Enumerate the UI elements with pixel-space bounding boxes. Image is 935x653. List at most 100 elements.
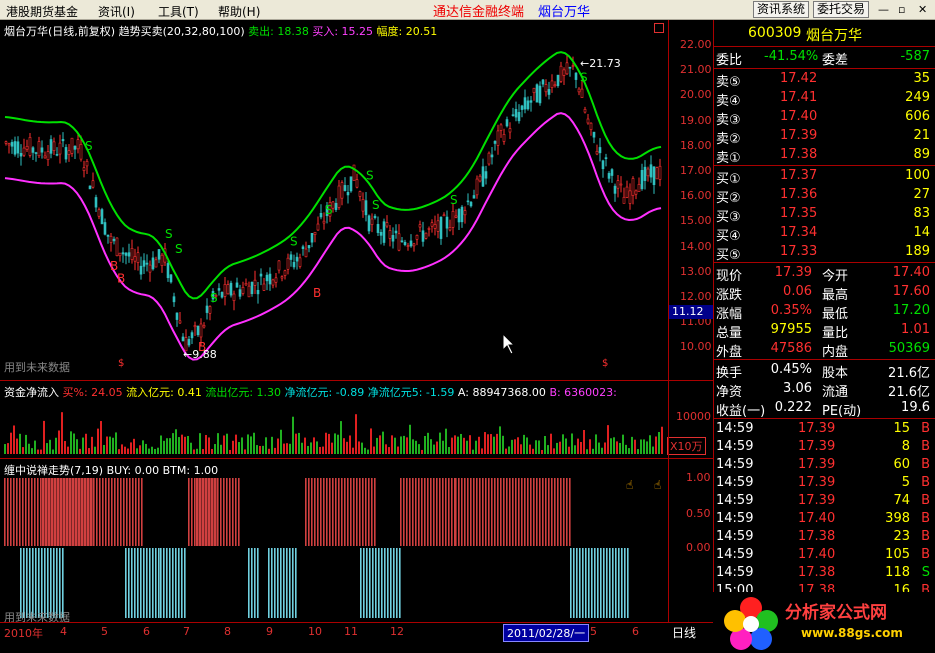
buy-order-row: 买④ 17.34 14 [714, 224, 935, 244]
menu-hk-futures[interactable]: 港股期货基金 [6, 3, 78, 20]
flow-bar [445, 428, 447, 454]
signal-marker: S [580, 71, 588, 85]
candle-body [379, 232, 383, 236]
candle-body [574, 72, 578, 80]
chan-up-bar [344, 478, 346, 546]
future-data-note: 用到未来数据 [4, 361, 70, 374]
sell-order-row: 卖⑤ 17.42 35 [714, 70, 935, 90]
flow-bar [421, 449, 423, 454]
stat-label: 换手 [716, 366, 743, 381]
flow-bar [448, 447, 450, 454]
chan-down-bar [292, 548, 294, 618]
candle-body [199, 323, 203, 338]
order-label: 卖① [716, 151, 741, 166]
candle-body [421, 230, 425, 242]
chan-up-bar [362, 478, 364, 546]
flow-bar [580, 441, 582, 454]
stat-value: 17.60 [892, 284, 930, 299]
signal-marker: S [165, 227, 173, 241]
chan-up-bar [512, 478, 514, 546]
flow-bar [523, 434, 525, 454]
chan-down-bar [158, 548, 160, 618]
menu-tools[interactable]: 工具(T) [158, 3, 199, 20]
stat-label: 涨幅 [716, 307, 743, 322]
flow-bar [211, 448, 213, 454]
minimize-icon[interactable]: — [878, 3, 889, 16]
chan-down-bar [375, 548, 377, 618]
chan-up-bar [208, 478, 210, 546]
flow-bar [337, 434, 339, 454]
flow-bar [22, 447, 24, 454]
panel-toggle-icon[interactable] [654, 23, 664, 33]
flow-bar [442, 440, 444, 454]
stat-row: 净资 3.06 流通 21.6亿 [714, 380, 935, 400]
chan-down-bar [573, 548, 575, 618]
candle-body [604, 157, 608, 160]
x-tick: 10 [308, 625, 322, 638]
candle-body [427, 228, 431, 230]
flow-histogram [4, 412, 663, 454]
tick-price: 17.39 [798, 421, 836, 436]
chan-up-bar [445, 478, 447, 546]
flow-bar [262, 445, 264, 454]
candle-body [220, 291, 224, 298]
x-tick: 5 [590, 625, 597, 638]
flow-bar [181, 434, 183, 454]
menu-info[interactable]: 资讯(I) [98, 3, 135, 20]
flow-bar [304, 437, 306, 454]
candle-body [307, 245, 311, 249]
flow-a-value: A: 88947368.00 [457, 386, 546, 399]
flow-bar [199, 433, 201, 454]
y-tick-label: 19.00 [680, 113, 712, 127]
flow-title: 资金净流入 [4, 386, 59, 399]
chan-down-bar [600, 548, 602, 618]
chan-up-bar [406, 478, 408, 546]
chan-up-bar [563, 478, 565, 546]
chan-up-bar [488, 478, 490, 546]
y-tick-label: 21.00 [680, 63, 712, 77]
period-selector[interactable]: 日线 [672, 624, 696, 641]
chart-area[interactable]: 烟台万华(日线,前复权) 趋势买卖(20,32,80,100) 卖出: 18.3… [0, 20, 713, 642]
stat-row: 外盘 47586 内盘 50369 [714, 340, 935, 360]
flow-bar [388, 447, 390, 454]
chan-down-bar [372, 548, 374, 618]
signal-marker: S [366, 169, 374, 183]
chan-down-bar [26, 548, 28, 618]
flow-bar [133, 438, 135, 454]
candle-body [358, 191, 362, 197]
candle-body [82, 167, 86, 171]
chan-up-bar [99, 478, 101, 546]
restore-icon[interactable]: ▫ [898, 3, 905, 16]
candle-body [253, 279, 257, 286]
flow-bar [61, 412, 63, 454]
chan-up-bar [542, 478, 544, 546]
candle-body [28, 137, 32, 156]
weibi-row: 委比 -41.54% 委差 -587 [714, 48, 935, 68]
info-system-button[interactable]: 资讯系统 [753, 1, 810, 18]
divider [714, 68, 935, 69]
flow-bar [358, 441, 360, 454]
chan-down-bar [155, 548, 157, 618]
chan-down-bar [615, 548, 617, 618]
menu-help[interactable]: 帮助(H) [218, 3, 260, 20]
chan-up-bar [551, 478, 553, 546]
range-label: 幅度: 20.51 [376, 25, 438, 38]
flow-bar [97, 428, 99, 454]
chan-down-bar [143, 548, 145, 618]
chan-up-bar [238, 478, 240, 546]
chan-up-bar [235, 478, 237, 546]
flow-bar [298, 432, 300, 454]
chan-up-bar [527, 478, 529, 546]
candle-body [367, 215, 371, 232]
close-icon[interactable]: ✕ [918, 3, 927, 16]
trade-button[interactable]: 委托交易 [813, 1, 870, 18]
panel-divider-2 [0, 458, 713, 459]
chan-up-bar [196, 478, 198, 546]
chan-down-bar [20, 548, 22, 618]
flow-bar [49, 439, 51, 454]
flow-bar [427, 432, 429, 454]
flow-bar [274, 447, 276, 454]
candle-body [616, 180, 620, 189]
flow-bar [70, 431, 72, 454]
divider [714, 359, 935, 360]
